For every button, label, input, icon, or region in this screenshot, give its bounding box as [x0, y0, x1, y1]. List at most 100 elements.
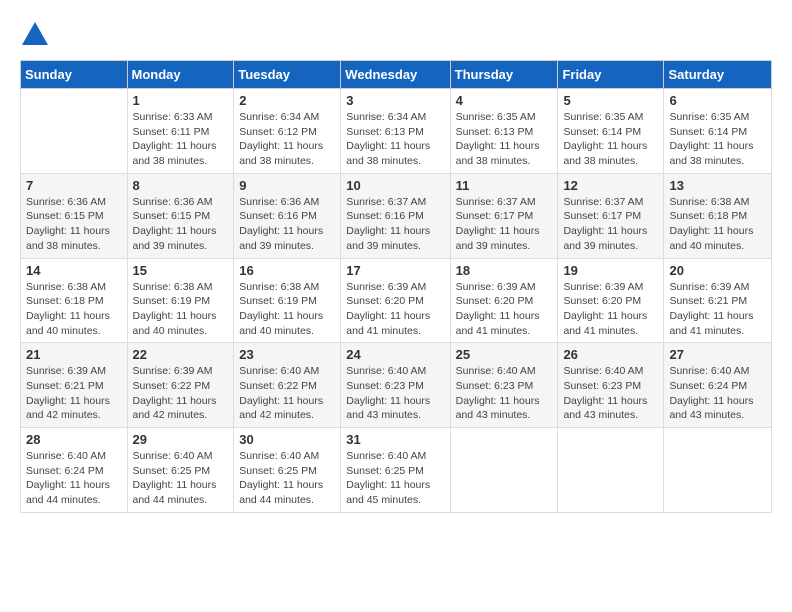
day-info: Sunrise: 6:39 AM Sunset: 6:20 PM Dayligh…: [346, 280, 444, 339]
calendar-cell: 30Sunrise: 6:40 AM Sunset: 6:25 PM Dayli…: [234, 428, 341, 513]
calendar-cell: 22 Sunrise: 6:39 AM Sunset: 6:22 PM Dayli…: [127, 343, 234, 428]
day-info: Sunrise: 6:37 AM Sunset: 6:17 PM Dayligh…: [563, 195, 658, 254]
calendar-cell: 23 Sunrise: 6:40 AM Sunset: 6:22 PM Dayli…: [234, 343, 341, 428]
calendar-cell: 28 Sunrise: 6:40 AM Sunset: 6:24 PM Dayli…: [21, 428, 128, 513]
logo-icon: [20, 20, 50, 50]
calendar-cell: 10 Sunrise: 6:37 AM Sunset: 6:16 PM Dayli…: [341, 173, 450, 258]
day-number: 24: [346, 347, 444, 362]
day-number: 12: [563, 178, 658, 193]
day-info: Sunrise: 6:40 AM Sunset: 6:23 PM Dayligh…: [346, 364, 444, 423]
calendar-cell: [21, 89, 128, 174]
day-info: Sunrise: 6:40 AM Sunset: 6:23 PM Dayligh…: [456, 364, 553, 423]
day-info: Sunrise: 6:34 AM Sunset: 6:12 PM Dayligh…: [239, 110, 335, 169]
day-number: 14: [26, 263, 122, 278]
calendar-header: SundayMondayTuesdayWednesdayThursdayFrid…: [21, 61, 772, 89]
day-number: 23: [239, 347, 335, 362]
calendar-week-row: 7Sunrise: 6:36 AM Sunset: 6:15 PM Daylig…: [21, 173, 772, 258]
logo: [20, 20, 54, 50]
day-number: 8: [133, 178, 229, 193]
calendar-cell: 25 Sunrise: 6:40 AM Sunset: 6:23 PM Dayli…: [450, 343, 558, 428]
day-number: 25: [456, 347, 553, 362]
calendar-cell: 6 Sunrise: 6:35 AM Sunset: 6:14 PM Daylig…: [664, 89, 772, 174]
weekday-header: Tuesday: [234, 61, 341, 89]
day-info: Sunrise: 6:40 AM Sunset: 6:24 PM Dayligh…: [669, 364, 766, 423]
calendar-week-row: 14 Sunrise: 6:38 AM Sunset: 6:18 PM Dayli…: [21, 258, 772, 343]
day-info: Sunrise: 6:39 AM Sunset: 6:21 PM Dayligh…: [669, 280, 766, 339]
calendar-cell: 21 Sunrise: 6:39 AM Sunset: 6:21 PM Dayli…: [21, 343, 128, 428]
day-number: 1: [133, 93, 229, 108]
day-info: Sunrise: 6:39 AM Sunset: 6:20 PM Dayligh…: [563, 280, 658, 339]
calendar-cell: 11Sunrise: 6:37 AM Sunset: 6:17 PM Dayli…: [450, 173, 558, 258]
day-info: Sunrise: 6:40 AM Sunset: 6:22 PM Dayligh…: [239, 364, 335, 423]
day-info: Sunrise: 6:40 AM Sunset: 6:25 PM Dayligh…: [239, 449, 335, 508]
day-number: 17: [346, 263, 444, 278]
day-info: Sunrise: 6:39 AM Sunset: 6:22 PM Dayligh…: [133, 364, 229, 423]
calendar-cell: 14 Sunrise: 6:38 AM Sunset: 6:18 PM Dayli…: [21, 258, 128, 343]
day-number: 18: [456, 263, 553, 278]
calendar-cell: 5Sunrise: 6:35 AM Sunset: 6:14 PM Daylig…: [558, 89, 664, 174]
calendar-week-row: 21 Sunrise: 6:39 AM Sunset: 6:21 PM Dayli…: [21, 343, 772, 428]
day-info: Sunrise: 6:36 AM Sunset: 6:15 PM Dayligh…: [133, 195, 229, 254]
calendar-cell: 17 Sunrise: 6:39 AM Sunset: 6:20 PM Dayli…: [341, 258, 450, 343]
day-info: Sunrise: 6:37 AM Sunset: 6:16 PM Dayligh…: [346, 195, 444, 254]
day-info: Sunrise: 6:37 AM Sunset: 6:17 PM Dayligh…: [456, 195, 553, 254]
calendar-cell: 16 Sunrise: 6:38 AM Sunset: 6:19 PM Dayli…: [234, 258, 341, 343]
day-number: 29: [133, 432, 229, 447]
day-info: Sunrise: 6:38 AM Sunset: 6:19 PM Dayligh…: [133, 280, 229, 339]
calendar-cell: 20Sunrise: 6:39 AM Sunset: 6:21 PM Dayli…: [664, 258, 772, 343]
day-number: 13: [669, 178, 766, 193]
day-number: 9: [239, 178, 335, 193]
calendar-cell: 12 Sunrise: 6:37 AM Sunset: 6:17 PM Dayli…: [558, 173, 664, 258]
day-info: Sunrise: 6:36 AM Sunset: 6:16 PM Dayligh…: [239, 195, 335, 254]
day-info: Sunrise: 6:40 AM Sunset: 6:25 PM Dayligh…: [346, 449, 444, 508]
day-info: Sunrise: 6:40 AM Sunset: 6:24 PM Dayligh…: [26, 449, 122, 508]
day-number: 21: [26, 347, 122, 362]
calendar-cell: 7Sunrise: 6:36 AM Sunset: 6:15 PM Daylig…: [21, 173, 128, 258]
calendar-cell: [558, 428, 664, 513]
weekday-header: Thursday: [450, 61, 558, 89]
calendar-week-row: 1 Sunrise: 6:33 AM Sunset: 6:11 PM Daylig…: [21, 89, 772, 174]
calendar-cell: 13 Sunrise: 6:38 AM Sunset: 6:18 PM Dayli…: [664, 173, 772, 258]
calendar-cell: 9 Sunrise: 6:36 AM Sunset: 6:16 PM Daylig…: [234, 173, 341, 258]
day-number: 4: [456, 93, 553, 108]
calendar-cell: 24 Sunrise: 6:40 AM Sunset: 6:23 PM Dayli…: [341, 343, 450, 428]
day-info: Sunrise: 6:39 AM Sunset: 6:20 PM Dayligh…: [456, 280, 553, 339]
calendar-cell: [664, 428, 772, 513]
day-number: 16: [239, 263, 335, 278]
day-number: 10: [346, 178, 444, 193]
day-info: Sunrise: 6:34 AM Sunset: 6:13 PM Dayligh…: [346, 110, 444, 169]
calendar-cell: 4 Sunrise: 6:35 AM Sunset: 6:13 PM Daylig…: [450, 89, 558, 174]
calendar-cell: 18 Sunrise: 6:39 AM Sunset: 6:20 PM Dayli…: [450, 258, 558, 343]
weekday-header: Wednesday: [341, 61, 450, 89]
day-info: Sunrise: 6:35 AM Sunset: 6:14 PM Dayligh…: [669, 110, 766, 169]
weekday-header: Sunday: [21, 61, 128, 89]
day-number: 2: [239, 93, 335, 108]
day-info: Sunrise: 6:33 AM Sunset: 6:11 PM Dayligh…: [133, 110, 229, 169]
day-info: Sunrise: 6:38 AM Sunset: 6:19 PM Dayligh…: [239, 280, 335, 339]
calendar-cell: 15Sunrise: 6:38 AM Sunset: 6:19 PM Dayli…: [127, 258, 234, 343]
day-info: Sunrise: 6:38 AM Sunset: 6:18 PM Dayligh…: [26, 280, 122, 339]
calendar-cell: 3 Sunrise: 6:34 AM Sunset: 6:13 PM Daylig…: [341, 89, 450, 174]
day-number: 19: [563, 263, 658, 278]
day-info: Sunrise: 6:35 AM Sunset: 6:13 PM Dayligh…: [456, 110, 553, 169]
calendar-cell: [450, 428, 558, 513]
calendar-cell: 1 Sunrise: 6:33 AM Sunset: 6:11 PM Daylig…: [127, 89, 234, 174]
day-info: Sunrise: 6:36 AM Sunset: 6:15 PM Dayligh…: [26, 195, 122, 254]
day-number: 27: [669, 347, 766, 362]
calendar-cell: 29 Sunrise: 6:40 AM Sunset: 6:25 PM Dayli…: [127, 428, 234, 513]
calendar-cell: 31 Sunrise: 6:40 AM Sunset: 6:25 PM Dayli…: [341, 428, 450, 513]
day-info: Sunrise: 6:40 AM Sunset: 6:25 PM Dayligh…: [133, 449, 229, 508]
days-of-week-row: SundayMondayTuesdayWednesdayThursdayFrid…: [21, 61, 772, 89]
day-info: Sunrise: 6:39 AM Sunset: 6:21 PM Dayligh…: [26, 364, 122, 423]
day-number: 3: [346, 93, 444, 108]
day-info: Sunrise: 6:40 AM Sunset: 6:23 PM Dayligh…: [563, 364, 658, 423]
day-number: 31: [346, 432, 444, 447]
day-info: Sunrise: 6:38 AM Sunset: 6:18 PM Dayligh…: [669, 195, 766, 254]
calendar-cell: 2 Sunrise: 6:34 AM Sunset: 6:12 PM Daylig…: [234, 89, 341, 174]
calendar-table: SundayMondayTuesdayWednesdayThursdayFrid…: [20, 60, 772, 513]
day-number: 6: [669, 93, 766, 108]
calendar-week-row: 28 Sunrise: 6:40 AM Sunset: 6:24 PM Dayli…: [21, 428, 772, 513]
calendar-cell: 8 Sunrise: 6:36 AM Sunset: 6:15 PM Daylig…: [127, 173, 234, 258]
day-number: 28: [26, 432, 122, 447]
day-number: 22: [133, 347, 229, 362]
